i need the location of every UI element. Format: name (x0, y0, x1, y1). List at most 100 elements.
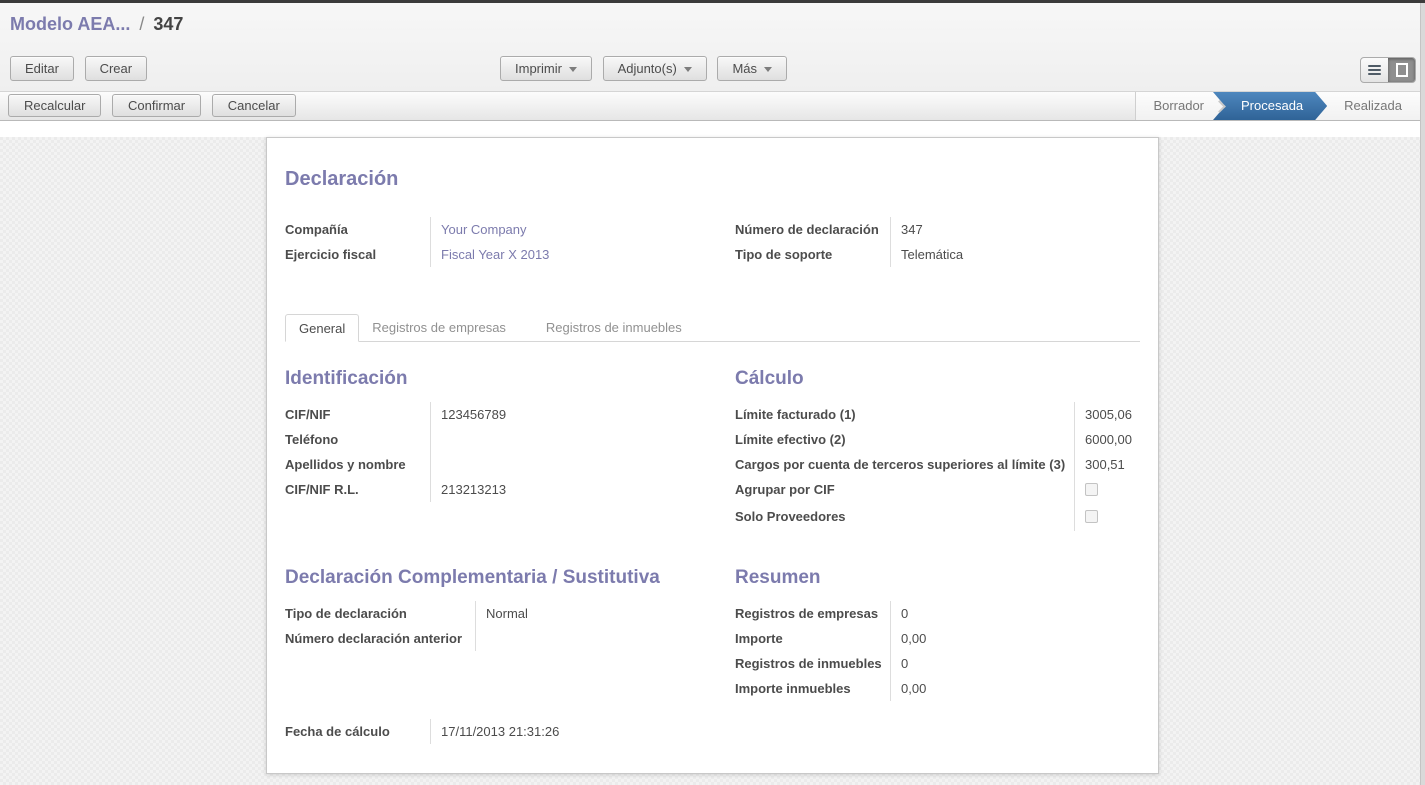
field-value: 17/11/2013 21:31:26 (430, 719, 717, 744)
field-value: 6000,00 (1074, 427, 1140, 452)
record-actions: Editar Crear (10, 56, 147, 81)
field-label: Tipo de declaración (285, 601, 475, 626)
field-label: Importe (735, 626, 890, 651)
tab-registros-de-inmuebles[interactable]: Registros de inmuebles (533, 314, 695, 342)
status-state-procesada-active: Procesada (1213, 92, 1327, 120)
field-label: Solo Proveedores (735, 504, 1074, 531)
field-label: Apellidos y nombre (285, 452, 430, 477)
field-row-importe-inmuebles: Importe inmuebles 0,00 (735, 676, 1140, 701)
edit-button[interactable]: Editar (10, 56, 74, 81)
field-label: Ejercicio fiscal (285, 242, 430, 267)
form-view-background: Declaración Compañía Your Company Ejerci… (0, 137, 1425, 785)
field-value: 0 (890, 651, 1140, 676)
breadcrumb-parent-link[interactable]: Modelo AEA... (10, 14, 130, 34)
field-row-ejercicio-fiscal: Ejercicio fiscal Fiscal Year X 2013 (285, 242, 717, 267)
field-row-cif-nif: CIF/NIF 123456789 (285, 402, 717, 427)
field-label: Teléfono (285, 427, 430, 452)
identificacion-section: Identificación CIF/NIF 123456789 Teléfon… (285, 368, 717, 531)
calculo-section: Cálculo Límite facturado (1) 3005,06 Lím… (735, 368, 1140, 531)
chevron-down-icon (569, 67, 577, 72)
status-state-borrador: Borrador (1136, 92, 1221, 120)
field-value: 213213213 (430, 477, 717, 502)
field-row-numero-declaracion-anterior: Número declaración anterior (285, 626, 717, 651)
field-label: CIF/NIF (285, 402, 430, 427)
scrollbar[interactable] (1420, 3, 1425, 785)
field-value: 0,00 (890, 626, 1140, 651)
field-label: Registros de inmuebles (735, 651, 890, 676)
field-row-apellidos-y-nombre: Apellidos y nombre (285, 452, 717, 477)
solo-proveedores-checkbox[interactable] (1085, 510, 1098, 523)
field-row-telefono: Teléfono (285, 427, 717, 452)
attachments-label: Adjunto(s) (618, 61, 677, 76)
field-value: 0 (890, 601, 1140, 626)
control-panel: Modelo AEA... / 347 Editar Crear Imprimi… (0, 3, 1425, 91)
workflow-buttons: Recalcular Confirmar Cancelar (8, 94, 296, 117)
field-value: Telemática (890, 242, 1140, 267)
field-row-importe: Importe 0,00 (735, 626, 1140, 651)
notebook-tabs: General Registros de empresas Registros … (285, 313, 1140, 342)
document-actions: Imprimir Adjunto(s) Más (500, 56, 787, 81)
create-button[interactable]: Crear (85, 56, 148, 81)
field-label: Número de declaración (735, 217, 890, 242)
field-label: Agrupar por CIF (735, 477, 1074, 504)
field-value: Normal (475, 601, 717, 626)
field-row-fecha-de-calculo: Fecha de cálculo 17/11/2013 21:31:26 (285, 719, 717, 744)
print-label: Imprimir (515, 61, 562, 76)
confirm-button[interactable]: Confirmar (112, 94, 201, 117)
workflow-bar: Recalcular Confirmar Cancelar Borrador P… (0, 91, 1425, 121)
agrupar-por-cif-checkbox[interactable] (1085, 483, 1098, 496)
list-icon (1368, 65, 1381, 75)
field-label: CIF/NIF R.L. (285, 477, 430, 502)
field-label: Cargos por cuenta de terceros superiores… (735, 452, 1074, 477)
field-label: Número declaración anterior (285, 626, 475, 651)
form-sheet: Declaración Compañía Your Company Ejerci… (266, 137, 1159, 774)
more-label: Más (732, 61, 757, 76)
tab-general[interactable]: General (285, 314, 359, 342)
recalculate-button[interactable]: Recalcular (8, 94, 101, 117)
field-label: Límite efectivo (2) (735, 427, 1074, 452)
field-row-solo-proveedores: Solo Proveedores (735, 504, 1140, 531)
attachments-dropdown-button[interactable]: Adjunto(s) (603, 56, 707, 81)
field-label: Importe inmuebles (735, 676, 890, 701)
field-value: 123456789 (430, 402, 717, 427)
section-title: Declaración Complementaria / Sustitutiva (285, 567, 717, 589)
field-value: 3005,06 (1074, 402, 1140, 427)
breadcrumb-current: 347 (153, 14, 183, 34)
field-row-cargos-terceros: Cargos por cuenta de terceros superiores… (735, 452, 1140, 477)
field-row-limite-facturado: Límite facturado (1) 3005,06 (735, 402, 1140, 427)
field-row-agrupar-por-cif: Agrupar por CIF (735, 477, 1140, 504)
field-label: Compañía (285, 217, 430, 242)
more-dropdown-button[interactable]: Más (717, 56, 787, 81)
field-row-tipo-soporte: Tipo de soporte Telemática (735, 242, 1140, 267)
page-title: Declaración (285, 168, 1140, 191)
field-row-registros-de-inmuebles: Registros de inmuebles 0 (735, 651, 1140, 676)
field-label: Registros de empresas (735, 601, 890, 626)
tab-pane-general: Identificación CIF/NIF 123456789 Teléfon… (285, 368, 1140, 744)
field-row-compania: Compañía Your Company (285, 217, 717, 242)
cancel-button[interactable]: Cancelar (212, 94, 296, 117)
field-value (430, 452, 717, 477)
field-value: 300,51 (1074, 452, 1140, 477)
complementaria-section: Declaración Complementaria / Sustitutiva… (285, 567, 717, 701)
fiscal-year-link[interactable]: Fiscal Year X 2013 (430, 242, 717, 267)
section-title: Cálculo (735, 368, 1140, 390)
chevron-down-icon (684, 67, 692, 72)
field-label: Fecha de cálculo (285, 719, 430, 744)
field-row-registros-de-empresas: Registros de empresas 0 (735, 601, 1140, 626)
field-value (1074, 504, 1140, 531)
company-link[interactable]: Your Company (430, 217, 717, 242)
field-label: Límite facturado (1) (735, 402, 1074, 427)
status-state-realizada: Realizada (1327, 92, 1419, 120)
field-row-cif-nif-rl: CIF/NIF R.L. 213213213 (285, 477, 717, 502)
field-label: Tipo de soporte (735, 242, 890, 267)
chevron-down-icon (764, 67, 772, 72)
field-value: 0,00 (890, 676, 1140, 701)
view-switcher (1360, 57, 1416, 83)
field-value: 347 (890, 217, 1140, 242)
resumen-section: Resumen Registros de empresas 0 Importe … (735, 567, 1140, 701)
print-dropdown-button[interactable]: Imprimir (500, 56, 592, 81)
section-title: Identificación (285, 368, 717, 390)
form-view-button[interactable] (1388, 58, 1415, 82)
list-view-button[interactable] (1361, 58, 1388, 82)
tab-registros-de-empresas[interactable]: Registros de empresas (359, 314, 519, 342)
